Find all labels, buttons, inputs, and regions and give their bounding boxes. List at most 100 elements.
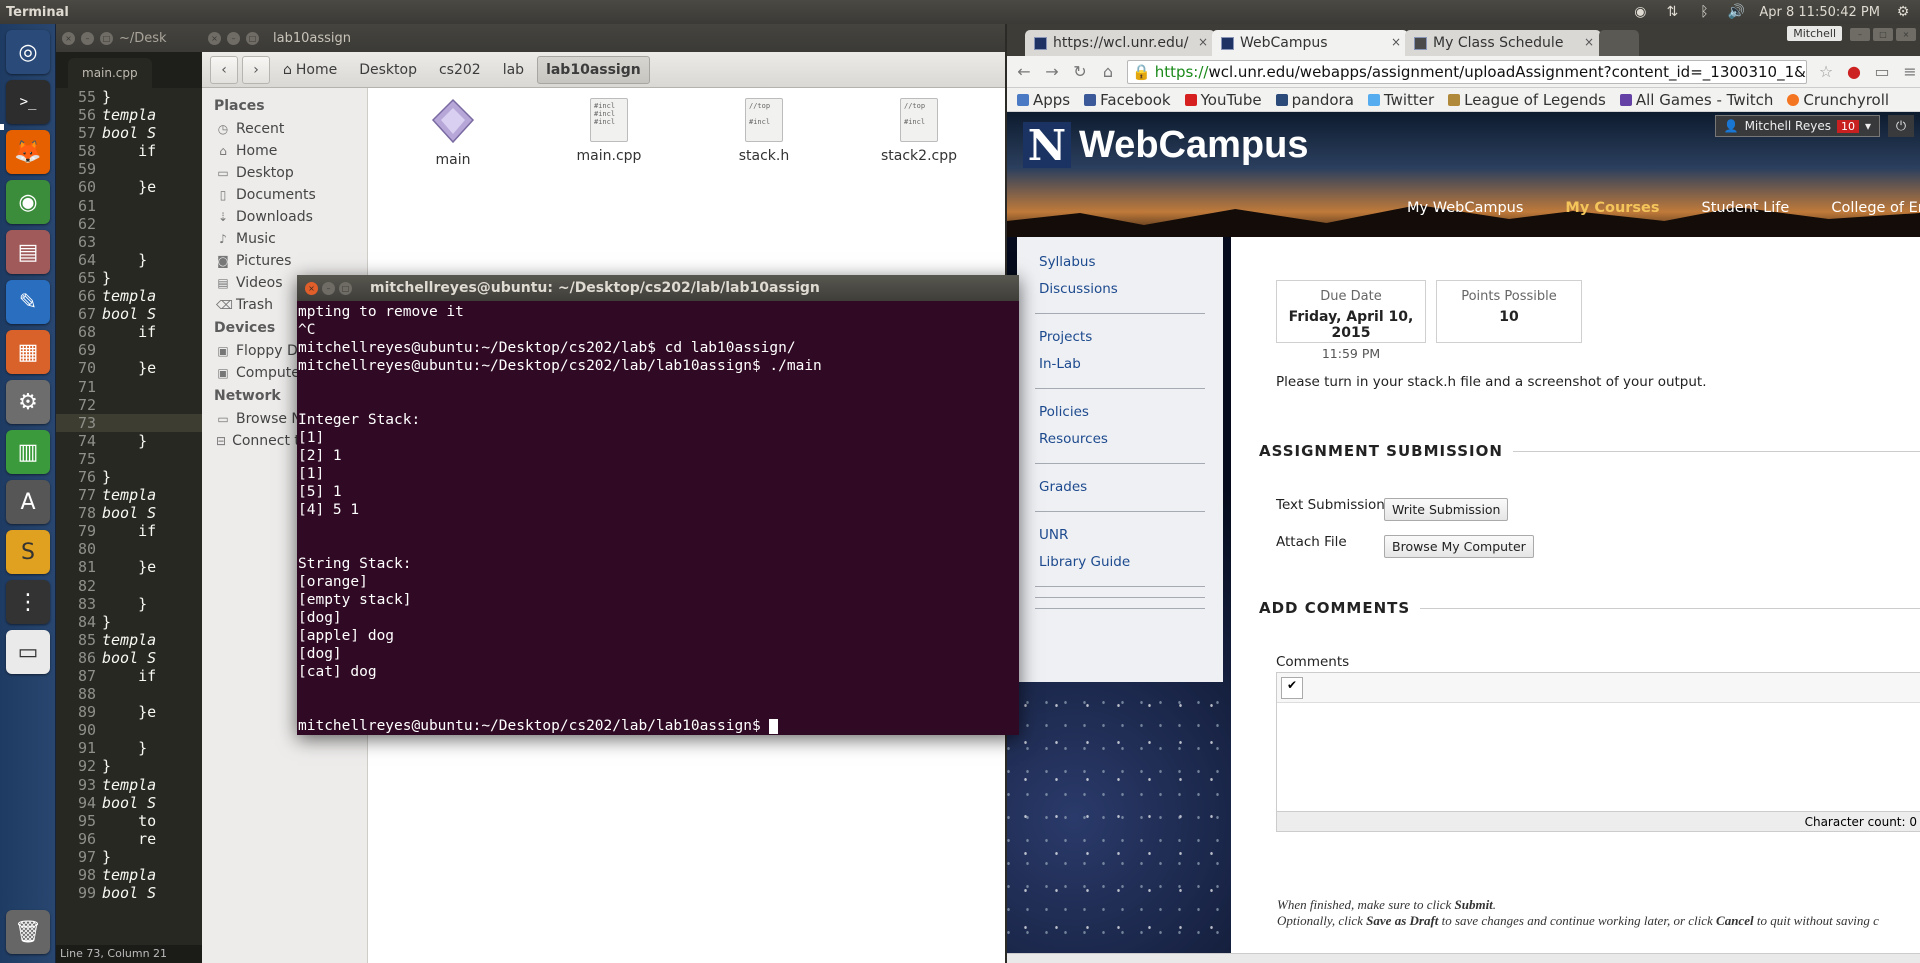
editor-close-button[interactable]: ×: [62, 31, 75, 45]
software-updater-icon[interactable]: A: [6, 480, 50, 524]
chrome-icon[interactable]: ◉: [1631, 3, 1649, 21]
menu-item-unr[interactable]: UNR: [1017, 522, 1223, 549]
bookmark-crunchyroll[interactable]: Crunchyroll: [1787, 91, 1889, 109]
menu-item-syllabus[interactable]: Syllabus: [1017, 249, 1223, 276]
code-line[interactable]: 77 templa: [56, 486, 202, 504]
terminal-prompt-line[interactable]: mitchellreyes@ubuntu:~/Desktop/cs202/lab…: [298, 717, 1019, 735]
writer-icon[interactable]: ✎: [6, 280, 50, 324]
code-line[interactable]: 63: [56, 233, 202, 251]
menu-item-in-lab[interactable]: In-Lab: [1017, 351, 1223, 378]
nav-my-courses[interactable]: My Courses: [1565, 200, 1659, 216]
code-line[interactable]: 93 templa: [56, 776, 202, 794]
code-line[interactable]: 71: [56, 378, 202, 396]
home-icon[interactable]: ⌂: [1099, 62, 1117, 81]
sidebar-item-desktop[interactable]: ▭ Desktop: [202, 162, 367, 184]
breadcrumb-lab10assign[interactable]: lab10assign: [537, 55, 650, 84]
code-line[interactable]: 83 }: [56, 595, 202, 613]
browser-maximize-button[interactable]: □: [1873, 28, 1893, 41]
code-line[interactable]: 91 }: [56, 739, 202, 757]
code-line[interactable]: 84}: [56, 613, 202, 631]
bookmark-twitter[interactable]: Twitter: [1367, 91, 1434, 109]
code-line[interactable]: 99 bool S: [56, 884, 202, 902]
tab-wcl[interactable]: https://wcl.unr.edu/ ×: [1025, 30, 1215, 56]
firefox-icon[interactable]: 🦊: [6, 130, 50, 174]
breadcrumb-desktop[interactable]: Desktop: [350, 56, 426, 84]
terminal-minimize-button[interactable]: –: [322, 281, 335, 295]
menu-item-policies[interactable]: Policies: [1017, 399, 1223, 426]
nav-my-webcampus[interactable]: My WebCampus: [1407, 200, 1523, 216]
fm-close-button[interactable]: ×: [208, 31, 221, 45]
impress-icon[interactable]: ▦: [6, 330, 50, 374]
sidebar-item-home[interactable]: ⌂ Home: [202, 140, 367, 162]
code-line[interactable]: 95 to: [56, 812, 202, 830]
code-line[interactable]: 92}: [56, 757, 202, 775]
code-line[interactable]: 75: [56, 450, 202, 468]
logout-power-icon[interactable]: ⏻: [1888, 115, 1914, 137]
browse-computer-button[interactable]: Browse My Computer: [1384, 535, 1534, 558]
code-line[interactable]: 81 }e: [56, 558, 202, 576]
code-line[interactable]: 65}: [56, 269, 202, 287]
back-arrow-icon[interactable]: ←: [1015, 62, 1033, 81]
browser-minimize-button[interactable]: –: [1850, 28, 1870, 41]
webcampus-logo[interactable]: N WebCampus: [1023, 121, 1308, 170]
code-line[interactable]: 97}: [56, 848, 202, 866]
breadcrumb-lab[interactable]: lab: [494, 56, 533, 84]
file-item-stack2-cpp[interactable]: //top #incl stack2.cpp: [864, 98, 974, 164]
workspace-switcher-icon[interactable]: ⋮: [6, 580, 50, 624]
reload-icon[interactable]: ↻: [1071, 62, 1089, 81]
fm-minimize-button[interactable]: –: [227, 31, 240, 45]
code-line[interactable]: 66 templa: [56, 287, 202, 305]
sidebar-item-recent[interactable]: ◷ Recent: [202, 118, 367, 140]
system-settings-icon[interactable]: ⚙: [6, 380, 50, 424]
code-line[interactable]: 58 if: [56, 142, 202, 160]
code-line[interactable]: 87 if: [56, 667, 202, 685]
sidebar-item-music[interactable]: ♪ Music: [202, 228, 367, 250]
write-submission-button[interactable]: Write Submission: [1384, 498, 1509, 521]
address-bar[interactable]: 🔒 https://wcl.unr.edu/webapps/assignment…: [1127, 59, 1807, 84]
code-line[interactable]: 98 templa: [56, 866, 202, 884]
bookmark-youtube[interactable]: YouTube: [1184, 91, 1262, 109]
chrome-launcher-icon[interactable]: ◉: [6, 180, 50, 224]
code-line[interactable]: 74 }: [56, 432, 202, 450]
files-launcher-icon[interactable]: ▤: [6, 230, 50, 274]
code-line[interactable]: 85 templa: [56, 631, 202, 649]
sidebar-item-pictures[interactable]: ◙ Pictures: [202, 250, 367, 272]
code-line[interactable]: 79 if: [56, 522, 202, 540]
trash-icon[interactable]: 🗑: [6, 910, 50, 954]
code-line[interactable]: 64 }: [56, 251, 202, 269]
code-line[interactable]: 57 bool S: [56, 124, 202, 142]
code-line[interactable]: 72: [56, 396, 202, 414]
sidebar-item-downloads[interactable]: ⇣ Downloads: [202, 206, 367, 228]
spellcheck-icon[interactable]: ✔: [1281, 677, 1303, 699]
bookmark-facebook[interactable]: Facebook: [1084, 91, 1171, 109]
code-line[interactable]: 68 if: [56, 323, 202, 341]
breadcrumb-home[interactable]: ⌂ Home: [274, 56, 346, 84]
code-area[interactable]: 55} 56 templa 57 bool S 58 if 59 60 }e 61 62 63 64 …: [56, 88, 202, 902]
code-line[interactable]: 86 bool S: [56, 649, 202, 667]
code-line[interactable]: 89 }e: [56, 703, 202, 721]
terminal-output[interactable]: mpting to remove it ^C mitchellreyes@ubunt…: [297, 301, 1019, 735]
menu-item-discussions[interactable]: Discussions: [1017, 276, 1223, 303]
terminal-close-button[interactable]: ×: [305, 281, 318, 295]
code-line[interactable]: 96 re: [56, 830, 202, 848]
tab-webcampus[interactable]: WebCampus ×: [1212, 30, 1408, 56]
code-line[interactable]: 69: [56, 341, 202, 359]
settings-gear-icon[interactable]: ⚙: [1894, 3, 1912, 21]
code-line[interactable]: 76}: [56, 468, 202, 486]
tab-close-icon[interactable]: ×: [1198, 35, 1208, 49]
network-icon[interactable]: ⇅: [1663, 3, 1681, 21]
new-tab-button[interactable]: [1599, 30, 1639, 56]
tab-close-icon[interactable]: ×: [1391, 35, 1401, 49]
nav-college[interactable]: College of Engi: [1831, 200, 1920, 216]
code-line[interactable]: 90: [56, 721, 202, 739]
bluetooth-icon[interactable]: ᛒ: [1695, 3, 1713, 21]
dash-home-icon[interactable]: ◎: [6, 30, 50, 74]
forward-arrow-icon[interactable]: →: [1043, 62, 1061, 81]
code-line[interactable]: 80: [56, 540, 202, 558]
sublime-icon[interactable]: S: [6, 530, 50, 574]
back-button[interactable]: ‹: [210, 55, 238, 84]
bookmark-pandora[interactable]: pandora: [1275, 91, 1354, 109]
tab-class-schedule[interactable]: My Class Schedule ×: [1405, 30, 1601, 56]
menu-item-projects[interactable]: Projects: [1017, 324, 1223, 351]
file-item-stack-h[interactable]: //top #incl stack.h: [709, 98, 819, 164]
